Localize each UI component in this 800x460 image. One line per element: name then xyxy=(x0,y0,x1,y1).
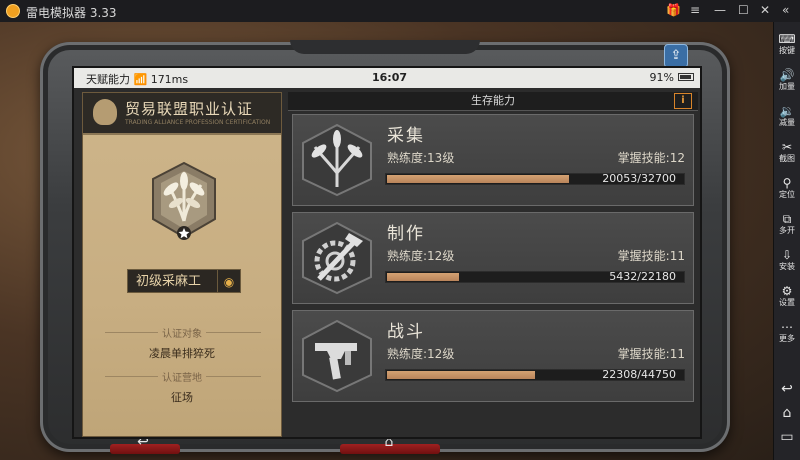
sidebar-item-label: 按键 xyxy=(779,46,795,55)
gathering-icon xyxy=(302,123,372,197)
crafting-icon xyxy=(302,221,372,295)
close-icon[interactable]: ✕ xyxy=(760,3,770,17)
profession-certificate: 贸易联盟职业认证 TRADING ALLIANCE PROFESSION CER… xyxy=(82,92,282,437)
export-button[interactable]: ⇪ xyxy=(664,44,688,68)
sidebar-item-volume-down[interactable]: 🔉 减量 xyxy=(774,104,800,128)
skill-name: 制作 xyxy=(387,224,425,244)
keyboard-icon: ⌨ xyxy=(778,32,796,46)
sidebar-item-more-dots[interactable]: ⋯ 更多 xyxy=(774,320,800,344)
skill-progress-text: 5432/22180 xyxy=(609,270,676,283)
home-nav-icon[interactable]: ⌂ xyxy=(774,406,800,420)
sidebar-item-label: 更多 xyxy=(779,334,795,343)
sidebar-item-label: 多开 xyxy=(779,226,795,235)
skill-name: 采集 xyxy=(387,126,425,146)
minimize-icon[interactable]: — xyxy=(714,3,726,17)
frame-notch xyxy=(290,40,480,54)
recent-apps-icon[interactable]: ▭ xyxy=(774,430,800,444)
emulator-sidebar: ⌨ 按键 🔊 加量 🔉 减量 ✂ 截图 ⚲ 定位 ⧉ 多开 ⇩ 安装 ⚙ 设置 ⋯ 更多 ↩ ⌂ ▭ xyxy=(773,22,800,460)
sidebar-item-volume-up[interactable]: 🔊 加量 xyxy=(774,68,800,92)
skill-proficiency: 熟练度:12级 xyxy=(387,347,455,361)
certificate-header: 贸易联盟职业认证 TRADING ALLIANCE PROFESSION CER… xyxy=(83,93,281,135)
apk-install-icon: ⇩ xyxy=(781,248,793,262)
volume-down-icon: 🔉 xyxy=(779,104,795,118)
menu-icon[interactable]: ≡ xyxy=(690,3,700,17)
sidebar-item-label: 设置 xyxy=(779,298,795,307)
skill-techniques: 掌握技能:11 xyxy=(617,347,685,361)
certificate-title: 贸易联盟职业认证 xyxy=(125,100,254,118)
eye-icon[interactable]: ◉ xyxy=(217,270,240,292)
collapse-sidebar-icon[interactable]: « xyxy=(782,3,789,17)
info-button[interactable]: i xyxy=(674,93,692,109)
certificate-subtitle: TRADING ALLIANCE PROFESSION CERTIFICATIO… xyxy=(125,119,271,126)
profession-emblem-icon xyxy=(152,161,216,240)
emulator-logo-icon xyxy=(6,4,20,18)
section-header: 生存能力 i xyxy=(288,92,698,111)
gear-icon: ⚙ xyxy=(781,284,793,298)
emulator-title-bar: 雷电模拟器 3.33 🎁 ≡ — ☐ ✕ « xyxy=(0,0,800,22)
skill-progress-fill xyxy=(387,175,569,183)
gift-icon[interactable]: 🎁 xyxy=(666,3,681,17)
sidebar-item-apk-install[interactable]: ⇩ 安装 xyxy=(774,248,800,272)
skill-progress-bar: 5432/22180 xyxy=(385,271,685,283)
skill-progress-bar: 20053/32700 xyxy=(385,173,685,185)
skill-progress-bar: 22308/44750 xyxy=(385,369,685,381)
skill-progress-text: 22308/44750 xyxy=(602,368,676,381)
skill-techniques: 掌握技能:11 xyxy=(617,249,685,263)
skill-techniques: 掌握技能:12 xyxy=(617,151,685,165)
sidebar-item-label: 安装 xyxy=(779,262,795,271)
volume-up-icon: 🔊 xyxy=(779,68,795,82)
sidebar-item-location-pin[interactable]: ⚲ 定位 xyxy=(774,176,800,200)
rank-text: 初级采麻工 xyxy=(136,274,202,289)
scissors-icon: ✂ xyxy=(781,140,793,154)
camp-label: 认证营地 xyxy=(83,369,281,384)
skill-card-gathering[interactable]: 采集 熟练度:13级 掌握技能:12 20053/32700 xyxy=(292,114,694,206)
window-title: 雷电模拟器 3.33 xyxy=(26,6,117,20)
skill-card-crafting[interactable]: 制作 熟练度:12级 掌握技能:11 5432/22180 xyxy=(292,212,694,304)
alliance-badge-icon xyxy=(93,99,117,125)
section-title: 生存能力 xyxy=(471,94,515,107)
back-nav-icon[interactable]: ↩ xyxy=(774,382,800,396)
skill-progress-fill xyxy=(387,273,460,281)
phone-status-bar: 天赋能力 📶 171ms 16:07 91% xyxy=(74,68,700,88)
sidebar-item-gear[interactable]: ⚙ 设置 xyxy=(774,284,800,308)
sidebar-item-keyboard[interactable]: ⌨ 按键 xyxy=(774,32,800,56)
skill-proficiency: 熟练度:12级 xyxy=(387,249,455,263)
battery-percent: 91% xyxy=(649,71,674,84)
maximize-icon[interactable]: ☐ xyxy=(738,3,749,17)
skill-progress-text: 20053/32700 xyxy=(602,172,676,185)
more-dots-icon: ⋯ xyxy=(781,320,793,334)
skill-proficiency: 熟练度:13级 xyxy=(387,151,455,165)
battery-icon xyxy=(678,73,694,81)
sidebar-item-multi-window[interactable]: ⧉ 多开 xyxy=(774,212,800,236)
skill-progress-fill xyxy=(387,371,535,379)
sidebar-item-label: 定位 xyxy=(779,190,795,199)
game-viewport: ⇪ ↩ ⌂ 天赋能力 📶 171ms 16:07 91% 贸易联盟职业认证 TR… xyxy=(0,22,774,460)
in-game-phone-screen: 天赋能力 📶 171ms 16:07 91% 贸易联盟职业认证 TRADING … xyxy=(72,66,702,439)
clock: 16:07 xyxy=(372,71,408,84)
sidebar-item-label: 加量 xyxy=(779,82,795,91)
camp-value: 征场 xyxy=(171,391,193,404)
rank-label[interactable]: 初级采麻工 ◉ xyxy=(127,269,241,293)
sidebar-item-label: 截图 xyxy=(779,154,795,163)
target-value: 凌晨单排猝死 xyxy=(149,347,215,360)
multi-window-icon: ⧉ xyxy=(782,212,792,226)
target-label: 认证对象 xyxy=(83,325,281,340)
network-status: 天赋能力 📶 171ms xyxy=(86,73,189,86)
combat-icon xyxy=(302,319,372,393)
location-pin-icon: ⚲ xyxy=(782,176,792,190)
sidebar-item-label: 减量 xyxy=(779,118,795,127)
skill-name: 战斗 xyxy=(387,322,425,342)
sidebar-item-scissors[interactable]: ✂ 截图 xyxy=(774,140,800,164)
skill-card-combat[interactable]: 战斗 熟练度:12级 掌握技能:11 22308/44750 xyxy=(292,310,694,402)
